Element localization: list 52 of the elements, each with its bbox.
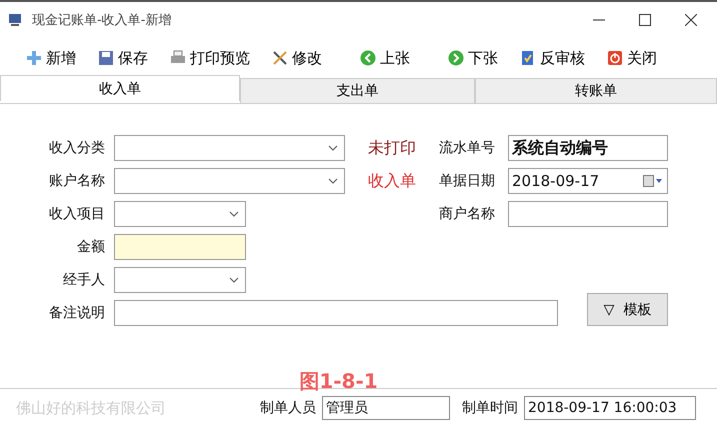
toolbar-button[interactable]: 关闭 xyxy=(607,48,657,68)
chevron-down-icon xyxy=(328,145,338,151)
app-icon xyxy=(8,12,24,28)
status-text: 未打印 xyxy=(368,138,416,158)
input-field[interactable]: 管理员 xyxy=(322,396,450,420)
toolbar-button[interactable]: 新增 xyxy=(26,48,76,68)
template-button[interactable]: ▽ 模板 xyxy=(587,293,668,326)
input-field[interactable] xyxy=(114,168,345,194)
tab[interactable]: 转账单 xyxy=(475,78,717,103)
power-icon xyxy=(607,50,623,66)
figure-label: 图1-8-1 xyxy=(299,368,378,392)
field-label: 商户名称 xyxy=(439,205,495,223)
document-check-icon xyxy=(520,50,536,66)
maximize-icon[interactable] xyxy=(639,14,651,26)
input-field[interactable]: 系统自动编号 xyxy=(508,135,668,161)
save-icon xyxy=(98,50,114,66)
input-field[interactable] xyxy=(114,234,246,260)
status-text: 收入单 xyxy=(368,170,416,192)
field-label: 金额 xyxy=(77,238,105,256)
close-icon[interactable] xyxy=(685,14,697,26)
field-label: 备注说明 xyxy=(49,304,105,322)
field-label: 制单人员 xyxy=(260,399,316,417)
toolbar-button[interactable]: 保存 xyxy=(98,48,148,68)
field-label: 流水单号 xyxy=(439,139,495,157)
input-field[interactable]: 2018-09-17 xyxy=(508,168,668,194)
chevron-down-icon xyxy=(229,277,239,283)
field-label: 单据日期 xyxy=(439,172,495,190)
tab[interactable]: 收入单 xyxy=(0,75,240,101)
field-label: 收入分类 xyxy=(49,139,105,157)
toolbar-button[interactable]: 打印预览 xyxy=(170,48,250,68)
field-label: 制单时间 xyxy=(462,399,518,417)
input-field[interactable] xyxy=(508,201,668,227)
chevron-down-icon xyxy=(229,211,239,217)
toolbar-button[interactable]: 修改 xyxy=(272,48,322,68)
window-title: 现金记账单-收入单-新增 xyxy=(32,12,172,29)
calendar-icon xyxy=(643,175,663,187)
chevron-down-icon xyxy=(328,178,338,184)
toolbar-button[interactable]: 下张 xyxy=(448,48,498,68)
field-label: 账户名称 xyxy=(49,172,105,190)
tools-icon xyxy=(272,50,288,66)
input-field[interactable] xyxy=(114,300,558,326)
input-field[interactable] xyxy=(114,135,345,161)
input-field[interactable] xyxy=(114,201,246,227)
plus-icon xyxy=(26,50,42,66)
toolbar-button[interactable]: 上张 xyxy=(360,48,410,68)
field-label: 收入项目 xyxy=(49,205,105,223)
field-label: 经手人 xyxy=(63,271,105,289)
tab[interactable]: 支出单 xyxy=(240,78,475,103)
toolbar-button[interactable]: 反审核 xyxy=(520,48,585,68)
input-field[interactable]: 2018-09-17 16:00:03 xyxy=(524,396,696,420)
input-field[interactable] xyxy=(114,267,246,293)
printer-icon xyxy=(170,50,186,66)
